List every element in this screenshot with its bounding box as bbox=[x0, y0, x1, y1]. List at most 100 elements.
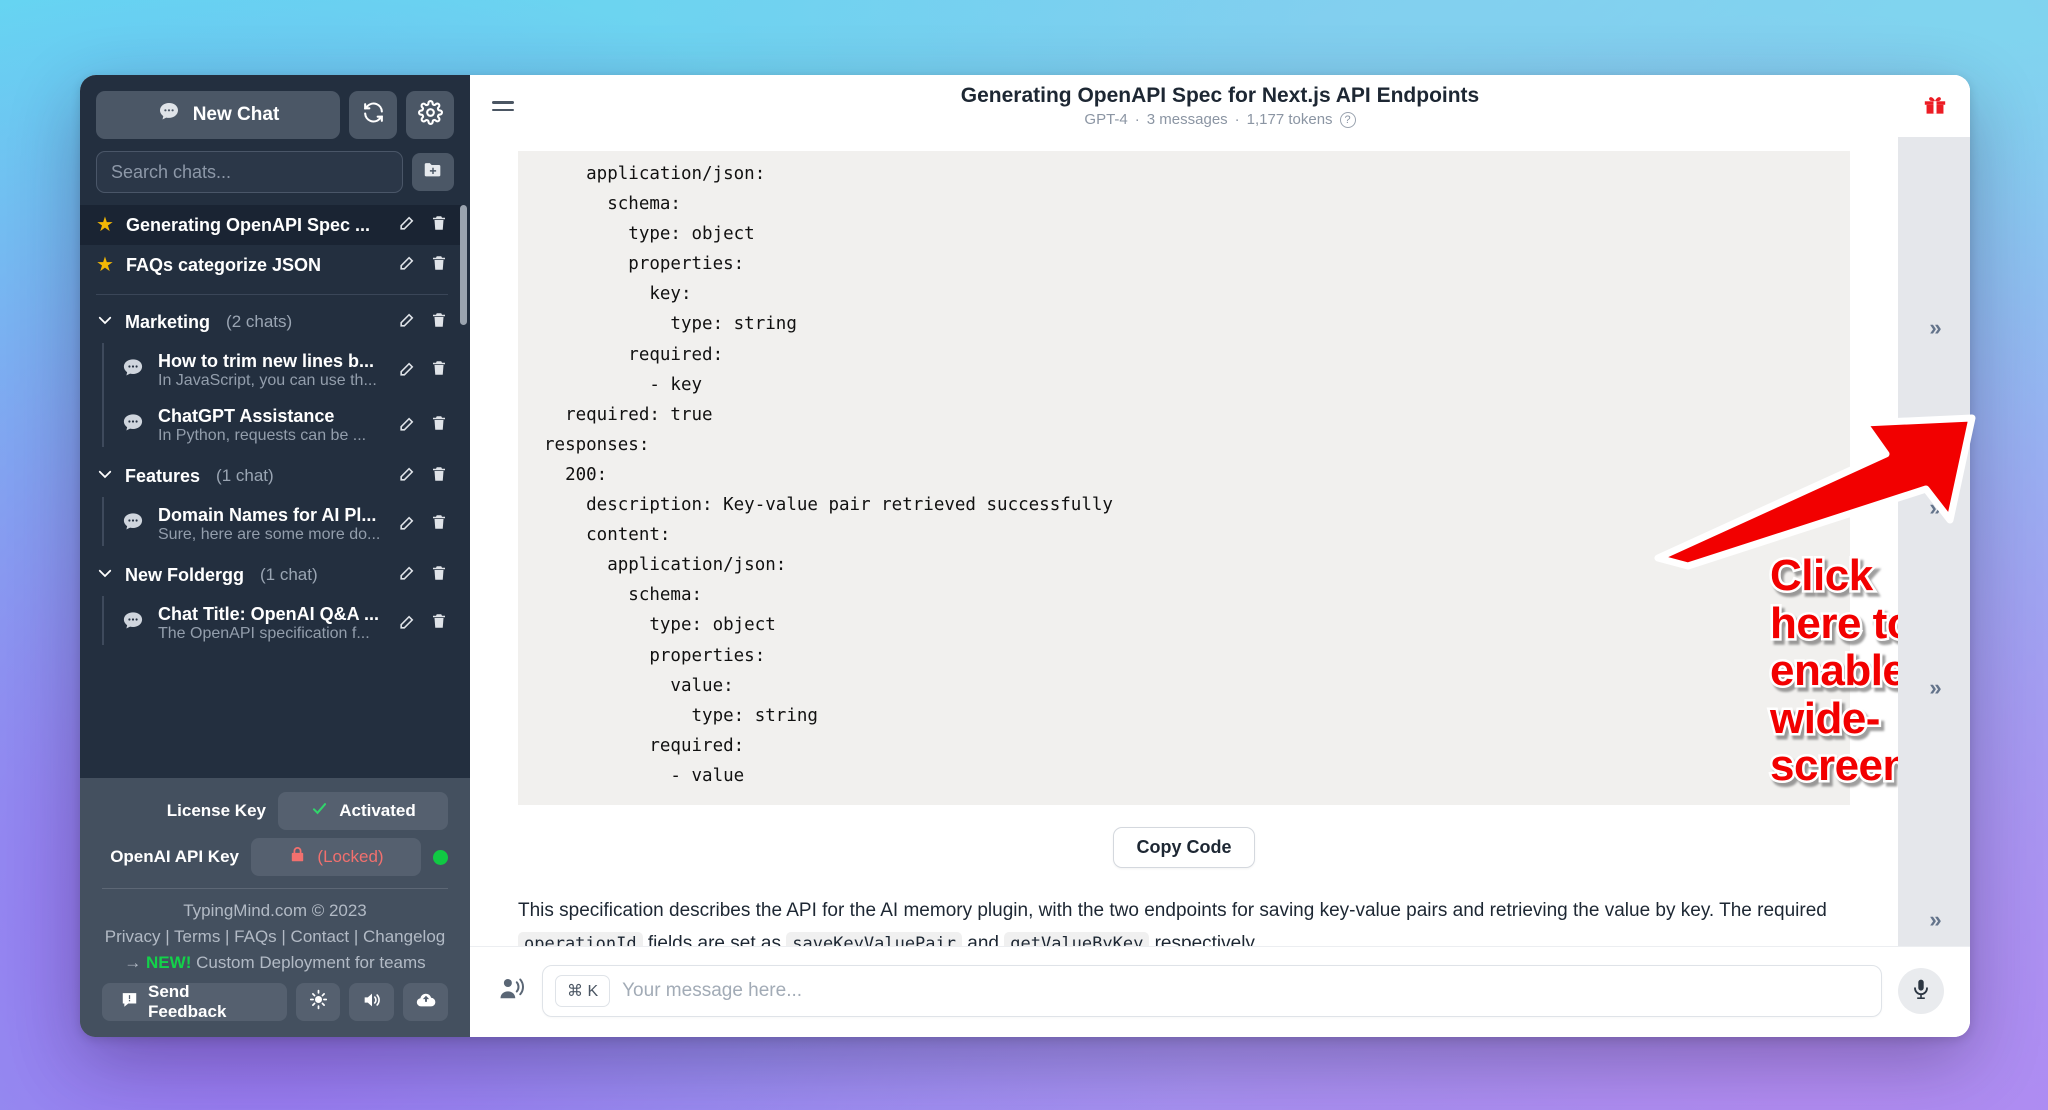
trash-icon[interactable] bbox=[430, 612, 448, 635]
footer-links[interactable]: Privacy | Terms | FAQs | Contact | Chang… bbox=[102, 927, 448, 947]
trash-icon[interactable] bbox=[430, 359, 448, 382]
trash-icon[interactable] bbox=[430, 254, 448, 277]
edit-icon[interactable] bbox=[398, 464, 417, 488]
shortcut-badge[interactable]: ⌘ K bbox=[555, 975, 611, 1007]
chat-list-scroll[interactable]: ★ Generating OpenAPI Spec ... ★ FAQs cat… bbox=[80, 205, 470, 778]
cloud-sync-button[interactable] bbox=[403, 983, 448, 1021]
edit-icon[interactable] bbox=[398, 253, 417, 277]
message-content: application/json: schema: type: object p… bbox=[470, 151, 1898, 946]
send-feedback-label: Send Feedback bbox=[148, 982, 227, 1021]
new-chat-label: New Chat bbox=[192, 104, 280, 125]
lock-icon bbox=[288, 845, 307, 869]
edit-icon[interactable] bbox=[398, 359, 417, 383]
chat-list-item-pinned[interactable]: ★ Generating OpenAPI Spec ... bbox=[80, 205, 464, 245]
chat-header: Generating OpenAPI Spec for Next.js API … bbox=[470, 75, 1970, 137]
inline-code-operation-id: operationId bbox=[518, 932, 643, 946]
hamburger-icon[interactable] bbox=[492, 101, 514, 111]
folder-header-features[interactable]: Features (1 chat) bbox=[80, 453, 464, 497]
chat-list-item-pinned[interactable]: ★ FAQs categorize JSON bbox=[80, 245, 464, 285]
api-status-text: (Locked) bbox=[317, 847, 384, 866]
edit-icon[interactable] bbox=[398, 310, 417, 334]
chat-bubble-icon bbox=[157, 100, 181, 130]
sound-toggle-button[interactable] bbox=[349, 983, 395, 1021]
chat-title: Domain Names for AI Pl... bbox=[158, 505, 377, 525]
chat-title: Chat Title: OpenAI Q&A ... bbox=[158, 604, 380, 624]
sidebar-footer: License Key Activated OpenAI API Key (Lo… bbox=[80, 778, 470, 1037]
new-chat-button[interactable]: New Chat bbox=[96, 91, 340, 139]
search-input[interactable] bbox=[96, 151, 403, 193]
token-count: 1,177 tokens bbox=[1246, 111, 1333, 128]
chat-title: ChatGPT Assistance bbox=[158, 406, 335, 426]
message-input[interactable] bbox=[622, 980, 1869, 1002]
meta-sep: · bbox=[1134, 111, 1140, 128]
chat-meta: GPT-4 · 3 messages · 1,177 tokens ? bbox=[470, 111, 1970, 128]
api-key-label: OpenAI API Key bbox=[110, 847, 239, 866]
trash-icon[interactable] bbox=[430, 564, 448, 587]
gift-icon[interactable] bbox=[1922, 91, 1948, 122]
paragraph-text-1: This specification describes the API for… bbox=[518, 899, 1827, 921]
row-actions bbox=[398, 310, 448, 334]
chat-bubble-icon bbox=[120, 410, 146, 441]
divider bbox=[102, 888, 448, 889]
star-icon: ★ bbox=[96, 254, 114, 276]
message-count: 3 messages bbox=[1146, 111, 1228, 128]
edit-icon[interactable] bbox=[398, 213, 417, 237]
copy-code-button[interactable]: Copy Code bbox=[1113, 826, 1255, 868]
inline-code-get-value-by-key: getValueByKey bbox=[1004, 932, 1150, 946]
copy-code-wrap: Copy Code bbox=[470, 826, 1898, 868]
sidebar-scrollbar-thumb[interactable] bbox=[460, 205, 467, 325]
arrow-right-glyph: → bbox=[124, 953, 142, 972]
folder-name: New Foldergg bbox=[125, 564, 245, 585]
folder-body-new-foldergg: Chat Title: OpenAI Q&A ... The OpenAPI s… bbox=[80, 596, 464, 651]
feedback-icon bbox=[120, 990, 139, 1014]
edit-icon[interactable] bbox=[398, 563, 417, 587]
status-dot-icon bbox=[433, 849, 448, 865]
folder-plus-icon bbox=[422, 159, 444, 186]
edit-icon[interactable] bbox=[398, 612, 417, 636]
chat-preview: The OpenAPI specification f... bbox=[158, 625, 370, 642]
folder-header-marketing[interactable]: Marketing (2 chats) bbox=[80, 299, 464, 343]
trash-icon[interactable] bbox=[430, 311, 448, 334]
license-status-badge[interactable]: Activated bbox=[278, 792, 448, 830]
question-circle-icon[interactable]: ? bbox=[1339, 111, 1356, 128]
trash-icon[interactable] bbox=[430, 414, 448, 437]
theme-toggle-button[interactable] bbox=[295, 983, 341, 1021]
trash-icon[interactable] bbox=[430, 513, 448, 536]
promo-line[interactable]: → NEW! Custom Deployment for teams bbox=[102, 953, 448, 973]
divider bbox=[96, 294, 448, 295]
paragraph-text-2: fields are set as bbox=[647, 933, 781, 946]
folder-chat-text: How to trim new lines b... In JavaScript… bbox=[158, 351, 386, 390]
main-body: application/json: schema: type: object p… bbox=[470, 137, 1970, 946]
edit-icon[interactable] bbox=[398, 513, 417, 537]
folder-chat-item[interactable]: ChatGPT Assistance In Python, requests c… bbox=[100, 398, 464, 453]
speak-icon[interactable] bbox=[496, 974, 526, 1009]
edit-icon[interactable] bbox=[398, 414, 417, 438]
settings-button[interactable] bbox=[406, 91, 454, 139]
chat-preview: Sure, here are some more do... bbox=[158, 526, 381, 543]
send-feedback-button[interactable]: Send Feedback bbox=[102, 982, 287, 1021]
folder-chat-item[interactable]: How to trim new lines b... In JavaScript… bbox=[100, 343, 464, 398]
conversation-scroll[interactable]: application/json: schema: type: object p… bbox=[470, 137, 1898, 946]
trash-icon[interactable] bbox=[430, 465, 448, 488]
folder-chat-item[interactable]: Chat Title: OpenAI Q&A ... The OpenAPI s… bbox=[100, 596, 464, 651]
new-folder-button[interactable] bbox=[412, 153, 454, 191]
folder-header-new-foldergg[interactable]: New Foldergg (1 chat) bbox=[80, 552, 464, 596]
sidebar-toolbar: New Chat bbox=[96, 91, 454, 139]
microphone-button[interactable] bbox=[1898, 968, 1944, 1014]
meta-sep: · bbox=[1234, 111, 1240, 128]
gear-icon bbox=[417, 100, 443, 130]
folder-chat-item[interactable]: Domain Names for AI Pl... Sure, here are… bbox=[100, 497, 464, 552]
sync-button[interactable] bbox=[349, 91, 397, 139]
chevron-down-icon bbox=[96, 465, 114, 488]
trash-icon[interactable] bbox=[430, 214, 448, 237]
folder-name: Features bbox=[125, 465, 201, 486]
expand-chevron-icon[interactable]: » bbox=[1929, 907, 1941, 933]
star-icon: ★ bbox=[96, 214, 114, 236]
row-actions bbox=[398, 513, 448, 537]
folder-count: (2 chats) bbox=[226, 312, 293, 331]
expand-chevron-icon[interactable]: » bbox=[1929, 495, 1941, 521]
expand-chevron-icon[interactable]: » bbox=[1929, 675, 1941, 701]
api-status-badge[interactable]: (Locked) bbox=[251, 838, 421, 876]
expand-chevron-icon[interactable]: » bbox=[1929, 315, 1941, 341]
message-paragraph: This specification describes the API for… bbox=[518, 894, 1850, 946]
